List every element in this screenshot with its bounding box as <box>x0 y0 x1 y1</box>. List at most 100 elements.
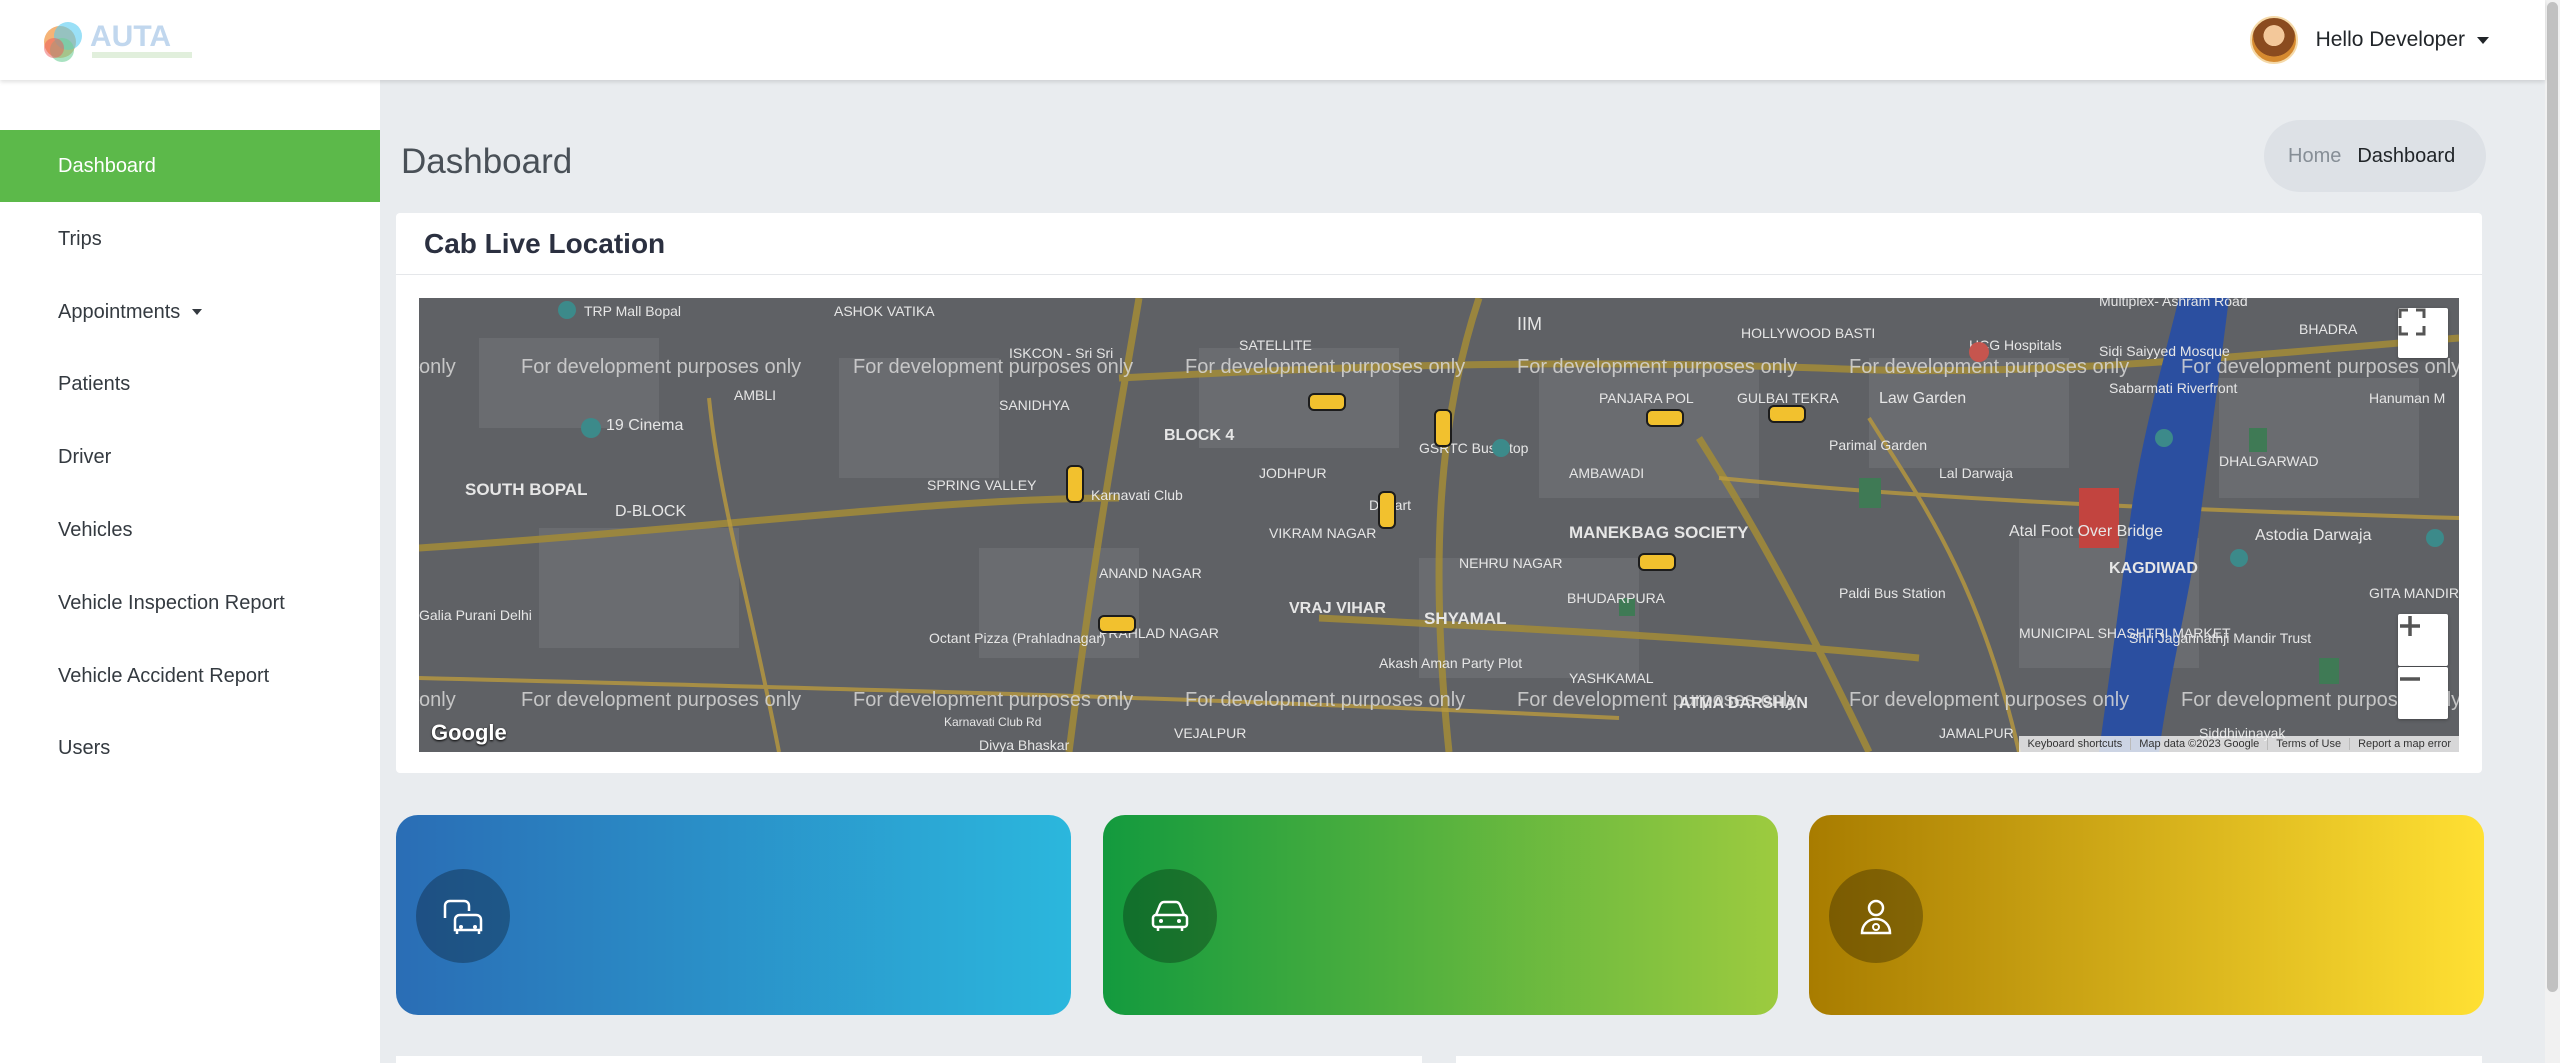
breadcrumb-home-link[interactable]: Home <box>2288 145 2341 168</box>
sidebar-item-vehicle-accident-report[interactable]: Vehicle Accident Report <box>0 640 380 712</box>
sidebar-item-dashboard[interactable]: Dashboard <box>0 130 380 202</box>
svg-text:Sidi Saiyyed Mosque: Sidi Saiyyed Mosque <box>2099 343 2230 359</box>
svg-text:DHALGARWAD: DHALGARWAD <box>2219 453 2319 469</box>
car-icon <box>1123 869 1217 963</box>
sidebar-item-patients[interactable]: Patients <box>0 348 380 420</box>
svg-text:Octant Pizza (Prahladnagar): Octant Pizza (Prahladnagar) <box>929 630 1106 646</box>
driver-icon <box>1829 869 1923 963</box>
svg-text:For development purposes only: For development purposes only <box>2181 356 2459 378</box>
svg-text:SATELLITE: SATELLITE <box>1239 337 1312 353</box>
svg-text:ASHOK VATIKA: ASHOK VATIKA <box>834 303 935 319</box>
user-name[interactable]: Hello Developer <box>2316 28 2465 52</box>
svg-text:YASHKAMAL: YASHKAMAL <box>1569 670 1654 686</box>
svg-text:For development purposes only: For development purposes only <box>1849 356 2129 378</box>
plus-icon <box>2400 616 2420 636</box>
svg-text:only: only <box>419 356 456 378</box>
page-title: Dashboard <box>401 142 573 181</box>
svg-text:ATMA DARSHAN: ATMA DARSHAN <box>1679 695 1808 712</box>
brand-logo[interactable]: AUTA <box>32 12 202 68</box>
svg-text:Parimal Garden: Parimal Garden <box>1829 437 1927 453</box>
chevron-down-icon[interactable] <box>2477 36 2489 44</box>
scrollbar-thumb[interactable] <box>2547 2 2558 992</box>
bottom-card-right <box>1456 1056 2482 1063</box>
cab-live-location-card: Cab Live Location only For development p… <box>396 213 2482 773</box>
terms-of-use-link[interactable]: Terms of Use <box>2267 738 2349 750</box>
stat-card-vehicles[interactable] <box>1103 815 1778 1015</box>
svg-text:19 Cinema: 19 Cinema <box>606 417 683 434</box>
breadcrumb: Home Dashboard <box>2264 120 2486 192</box>
svg-text:AMBLI: AMBLI <box>734 387 776 403</box>
map-canvas: only For development purposes only For d… <box>419 298 2459 752</box>
svg-text:only: only <box>419 689 456 711</box>
svg-text:Astodia Darwaja: Astodia Darwaja <box>2255 527 2372 544</box>
google-logo[interactable]: Google <box>431 720 507 746</box>
svg-text:SANIDHYA: SANIDHYA <box>999 397 1070 413</box>
sidebar-item-trips[interactable]: Trips <box>0 203 380 275</box>
fullscreen-button[interactable] <box>2398 308 2448 358</box>
svg-text:For development purposes only: For development purposes only <box>521 356 801 378</box>
svg-text:Hanuman M: Hanuman M <box>2369 390 2445 406</box>
bottom-card-left <box>396 1056 1422 1063</box>
svg-text:Karnavati Club: Karnavati Club <box>1091 487 1183 503</box>
stat-card-drivers[interactable] <box>1809 815 2484 1015</box>
sidebar-item-driver[interactable]: Driver <box>0 421 380 493</box>
report-map-error-link[interactable]: Report a map error <box>2349 738 2459 750</box>
svg-text:GITA MANDIR: GITA MANDIR <box>2369 585 2459 601</box>
svg-text:IIM: IIM <box>1517 314 1542 334</box>
svg-text:MANEKBAG SOCIETY: MANEKBAG SOCIETY <box>1569 523 1749 542</box>
svg-text:For development purposes only: For development purposes only <box>1185 356 1465 378</box>
avatar[interactable] <box>2249 16 2298 64</box>
svg-text:D-BLOCK: D-BLOCK <box>615 503 686 520</box>
svg-text:Lal Darwaja: Lal Darwaja <box>1939 465 2013 481</box>
svg-text:Multiplex- Ashram Road: Multiplex- Ashram Road <box>2099 298 2248 309</box>
svg-text:NEHRU NAGAR: NEHRU NAGAR <box>1459 555 1562 571</box>
svg-text:AMBAWADI: AMBAWADI <box>1569 465 1644 481</box>
svg-text:VIKRAM NAGAR: VIKRAM NAGAR <box>1269 525 1376 541</box>
zoom-in-button[interactable] <box>2398 614 2448 666</box>
svg-text:JAMALPUR: JAMALPUR <box>1939 725 2014 741</box>
svg-text:VEJALPUR: VEJALPUR <box>1174 725 1246 741</box>
svg-text:Galia Purani Delhi: Galia Purani Delhi <box>419 607 532 623</box>
svg-text:Karnavati Club Rd: Karnavati Club Rd <box>944 715 1041 729</box>
minus-icon <box>2400 677 2420 681</box>
map-attribution: Keyboard shortcuts Map data ©2023 Google… <box>2019 736 2459 752</box>
sidebar: Dashboard Trips Appointments Patients Dr… <box>0 80 380 1063</box>
svg-text:ANAND NAGAR: ANAND NAGAR <box>1099 565 1202 581</box>
svg-text:SOUTH BOPAL: SOUTH BOPAL <box>465 480 587 499</box>
svg-text:SHYAMAL: SHYAMAL <box>1424 609 1507 628</box>
stat-card-cabs[interactable] <box>396 815 1071 1015</box>
cabs-icon <box>416 869 510 963</box>
svg-text:AUTA: AUTA <box>90 20 171 53</box>
svg-text:HOLLYWOOD BASTI: HOLLYWOOD BASTI <box>1741 325 1875 341</box>
svg-text:Shri Jagannathji Mandir Trust: Shri Jagannathji Mandir Trust <box>2129 630 2311 646</box>
svg-text:Atal Foot Over Bridge: Atal Foot Over Bridge <box>2009 523 2163 540</box>
svg-text:For development purposes only: For development purposes only <box>1849 689 2129 711</box>
live-location-map[interactable]: only For development purposes only For d… <box>419 298 2459 752</box>
svg-text:ISKCON - Sri Sri: ISKCON - Sri Sri <box>1009 345 1113 361</box>
keyboard-shortcuts-link[interactable]: Keyboard shortcuts <box>2019 738 2130 750</box>
svg-text:SPRING VALLEY: SPRING VALLEY <box>927 477 1037 493</box>
svg-text:For development purposes only: For development purposes only <box>1185 689 1465 711</box>
svg-text:Paldi Bus Station: Paldi Bus Station <box>1839 585 1946 601</box>
chevron-down-icon <box>192 309 203 315</box>
map-data-text: Map data ©2023 Google <box>2130 738 2267 750</box>
svg-text:For development purposes only: For development purposes only <box>853 689 1133 711</box>
breadcrumb-current: Dashboard <box>2357 144 2456 167</box>
svg-text:Divya Bhaskar: Divya Bhaskar <box>979 737 1070 752</box>
zoom-out-button[interactable] <box>2398 667 2448 719</box>
svg-text:VRAJ VIHAR: VRAJ VIHAR <box>1289 600 1386 617</box>
svg-text:Law Garden: Law Garden <box>1879 390 1966 407</box>
svg-text:Sabarmati Riverfront: Sabarmati Riverfront <box>2109 380 2237 396</box>
fullscreen-icon <box>2398 308 2426 336</box>
sidebar-item-appointments[interactable]: Appointments <box>0 276 380 348</box>
card-header: Cab Live Location <box>396 213 2482 275</box>
svg-text:GULBAI TEKRA: GULBAI TEKRA <box>1737 390 1839 406</box>
sidebar-item-vehicles[interactable]: Vehicles <box>0 494 380 566</box>
sidebar-item-users[interactable]: Users <box>0 712 380 784</box>
sidebar-item-vehicle-inspection-report[interactable]: Vehicle Inspection Report <box>0 567 380 639</box>
user-menu[interactable]: Hello Developer <box>2249 16 2489 64</box>
page-scrollbar[interactable] <box>2545 0 2560 1063</box>
svg-text:PANJARA POL: PANJARA POL <box>1599 390 1694 406</box>
svg-text:JODHPUR: JODHPUR <box>1259 465 1327 481</box>
svg-text:TRP Mall Bopal: TRP Mall Bopal <box>584 303 681 319</box>
